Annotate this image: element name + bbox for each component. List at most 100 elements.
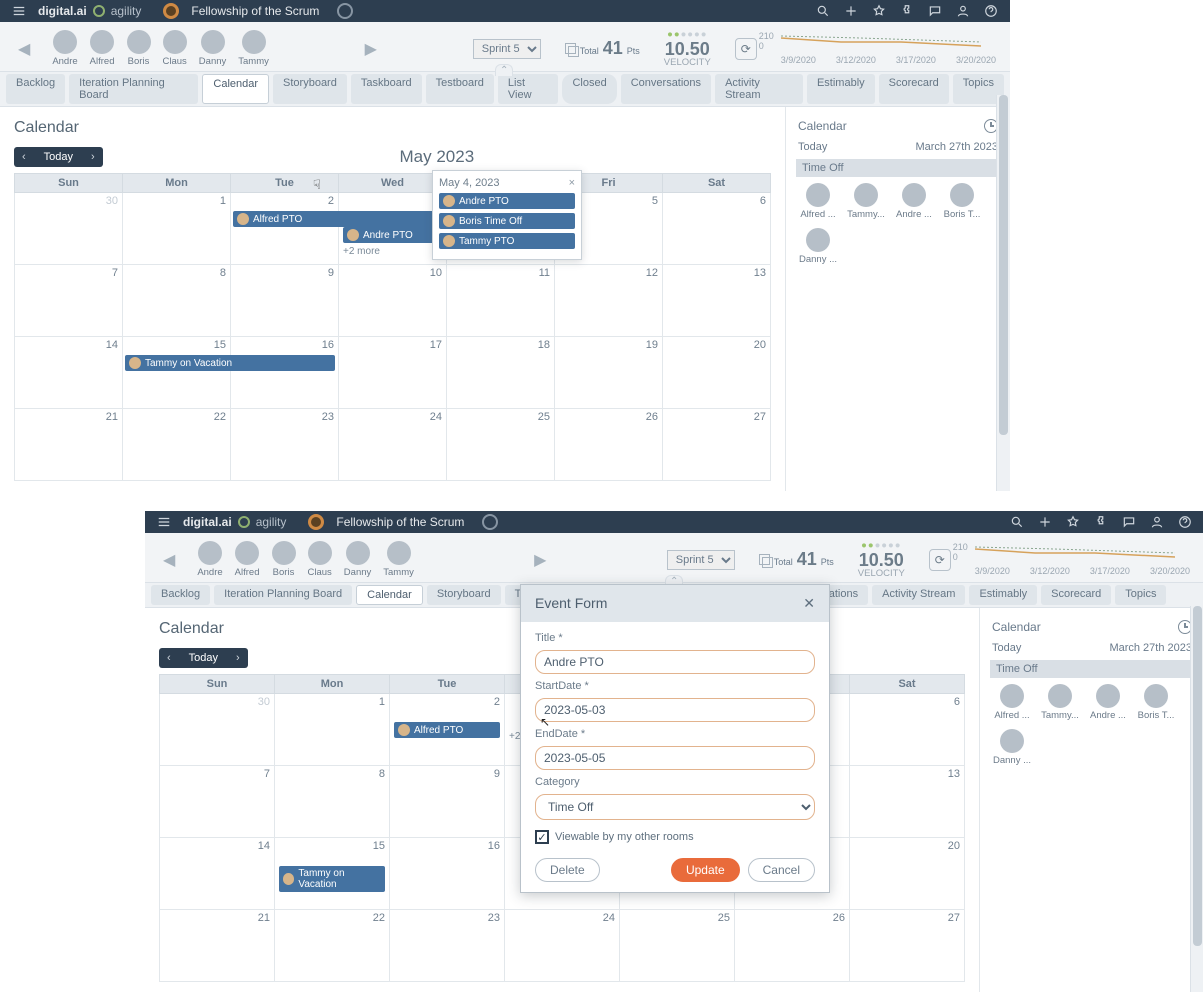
room-settings-icon[interactable]	[482, 514, 498, 530]
next-month-icon[interactable]: ›	[228, 648, 248, 668]
sprint-select[interactable]: Sprint 5	[667, 550, 735, 570]
tab-taskboard[interactable]: Taskboard	[351, 74, 422, 104]
day-cell[interactable]: 10	[339, 265, 447, 337]
member-alfred[interactable]: Alfred	[90, 30, 115, 67]
scrollbar[interactable]	[1190, 606, 1203, 992]
day-cell[interactable]: 15 Tammy on Vacation	[275, 838, 390, 910]
category-select[interactable]: Time Off	[535, 794, 815, 820]
day-cell[interactable]: 6	[850, 694, 965, 766]
side-person[interactable]: Boris T...	[942, 183, 982, 220]
member-claus[interactable]: Claus	[308, 541, 332, 578]
event-tammy-vacation[interactable]: Tammy on Vacation	[125, 355, 335, 371]
prev-month-icon[interactable]: ‹	[14, 147, 34, 167]
day-cell[interactable]: 22	[275, 910, 390, 982]
update-button[interactable]: Update	[671, 858, 740, 882]
day-cell[interactable]: 1	[275, 694, 390, 766]
members-next-icon[interactable]: ▶	[530, 550, 550, 570]
day-cell[interactable]: 9	[231, 265, 339, 337]
side-person[interactable]: Danny ...	[798, 228, 838, 265]
day-cell[interactable]: 2 Alfred PTO	[231, 193, 339, 265]
user-icon[interactable]	[956, 4, 970, 18]
search-icon[interactable]	[1010, 515, 1024, 529]
day-cell[interactable]: 7	[160, 766, 275, 838]
tab-activity-stream[interactable]: Activity Stream	[872, 585, 965, 605]
plus-icon[interactable]	[844, 4, 858, 18]
tab-closed[interactable]: Closed	[562, 74, 616, 104]
user-icon[interactable]	[1150, 515, 1164, 529]
day-cell[interactable]: 20	[663, 337, 771, 409]
day-cell[interactable]: 6	[663, 193, 771, 265]
day-cell[interactable]: 27	[663, 409, 771, 481]
popover-event-boris[interactable]: Boris Time Off	[439, 213, 575, 229]
side-person[interactable]: Tammy...	[846, 183, 886, 220]
star-icon[interactable]	[872, 4, 886, 18]
today-button[interactable]: Today	[179, 648, 228, 668]
more-events-link[interactable]: +2 more	[343, 246, 442, 257]
day-cell[interactable]: 14	[15, 337, 123, 409]
refresh-icon[interactable]: ⟳	[929, 549, 951, 571]
tab-topics[interactable]: Topics	[1115, 585, 1166, 605]
help-icon[interactable]	[984, 4, 998, 18]
tab-estimably[interactable]: Estimably	[807, 74, 875, 104]
next-month-icon[interactable]: ›	[83, 147, 103, 167]
side-person[interactable]: Alfred ...	[798, 183, 838, 220]
day-cell[interactable]: 12	[555, 265, 663, 337]
enddate-input[interactable]	[535, 746, 815, 770]
day-cell[interactable]: 27	[850, 910, 965, 982]
day-cell[interactable]: 13	[663, 265, 771, 337]
tab-scorecard[interactable]: Scorecard	[1041, 585, 1111, 605]
room-settings-icon[interactable]	[337, 3, 353, 19]
chat-icon[interactable]	[1122, 515, 1136, 529]
popover-event-andre[interactable]: Andre PTO	[439, 193, 575, 209]
tab-calendar[interactable]: Calendar	[202, 74, 269, 104]
day-cell[interactable]: 8	[123, 265, 231, 337]
day-cell[interactable]: 8	[275, 766, 390, 838]
day-cell[interactable]: 30	[15, 193, 123, 265]
popover-close-icon[interactable]: ×	[569, 177, 575, 189]
tab-backlog[interactable]: Backlog	[6, 74, 65, 104]
day-cell[interactable]: 25	[447, 409, 555, 481]
day-cell[interactable]: 15 Tammy on Vacation	[123, 337, 231, 409]
side-person[interactable]: Danny ...	[992, 729, 1032, 766]
day-cell[interactable]: 21	[15, 409, 123, 481]
side-person[interactable]: Boris T...	[1136, 684, 1176, 721]
help-icon[interactable]	[1178, 515, 1192, 529]
tab-storyboard[interactable]: Storyboard	[427, 585, 501, 605]
tab-iteration-planning[interactable]: Iteration Planning Board	[214, 585, 352, 605]
side-person[interactable]: Tammy...	[1040, 684, 1080, 721]
member-boris[interactable]: Boris	[272, 541, 296, 578]
sprint-select[interactable]: Sprint 5	[473, 39, 541, 59]
menu-icon[interactable]	[12, 4, 26, 18]
event-alfred-pto[interactable]: Alfred PTO	[394, 722, 500, 738]
delete-button[interactable]: Delete	[535, 858, 600, 882]
room-name[interactable]: Fellowship of the Scrum	[336, 515, 464, 529]
day-cell[interactable]: 20	[850, 838, 965, 910]
tab-estimably[interactable]: Estimably	[969, 585, 1037, 605]
tab-scorecard[interactable]: Scorecard	[879, 74, 949, 104]
members-prev-icon[interactable]: ◀	[14, 39, 34, 59]
search-icon[interactable]	[816, 4, 830, 18]
member-danny[interactable]: Danny	[344, 541, 371, 578]
day-cell[interactable]: 17	[339, 337, 447, 409]
event-tammy-vacation[interactable]: Tammy on Vacation	[279, 866, 385, 892]
modal-close-icon[interactable]: ✕	[803, 595, 815, 612]
day-cell[interactable]: 7	[15, 265, 123, 337]
tab-backlog[interactable]: Backlog	[151, 585, 210, 605]
day-cell[interactable]: 24	[339, 409, 447, 481]
member-tammy[interactable]: Tammy	[383, 541, 414, 578]
cancel-button[interactable]: Cancel	[748, 858, 815, 882]
scrollbar-thumb[interactable]	[999, 95, 1008, 435]
members-prev-icon[interactable]: ◀	[159, 550, 179, 570]
popover-event-tammy[interactable]: Tammy PTO	[439, 233, 575, 249]
day-cell[interactable]: 19	[555, 337, 663, 409]
day-cell[interactable]: 11	[447, 265, 555, 337]
star-icon[interactable]	[1066, 515, 1080, 529]
puzzle-icon[interactable]	[1094, 515, 1108, 529]
chat-icon[interactable]	[928, 4, 942, 18]
puzzle-icon[interactable]	[900, 4, 914, 18]
member-alfred[interactable]: Alfred	[235, 541, 260, 578]
day-cell[interactable]: 23	[231, 409, 339, 481]
day-cell[interactable]: 2 Alfred PTO	[390, 694, 505, 766]
day-cell[interactable]: 24	[505, 910, 620, 982]
side-person[interactable]: Andre ...	[894, 183, 934, 220]
